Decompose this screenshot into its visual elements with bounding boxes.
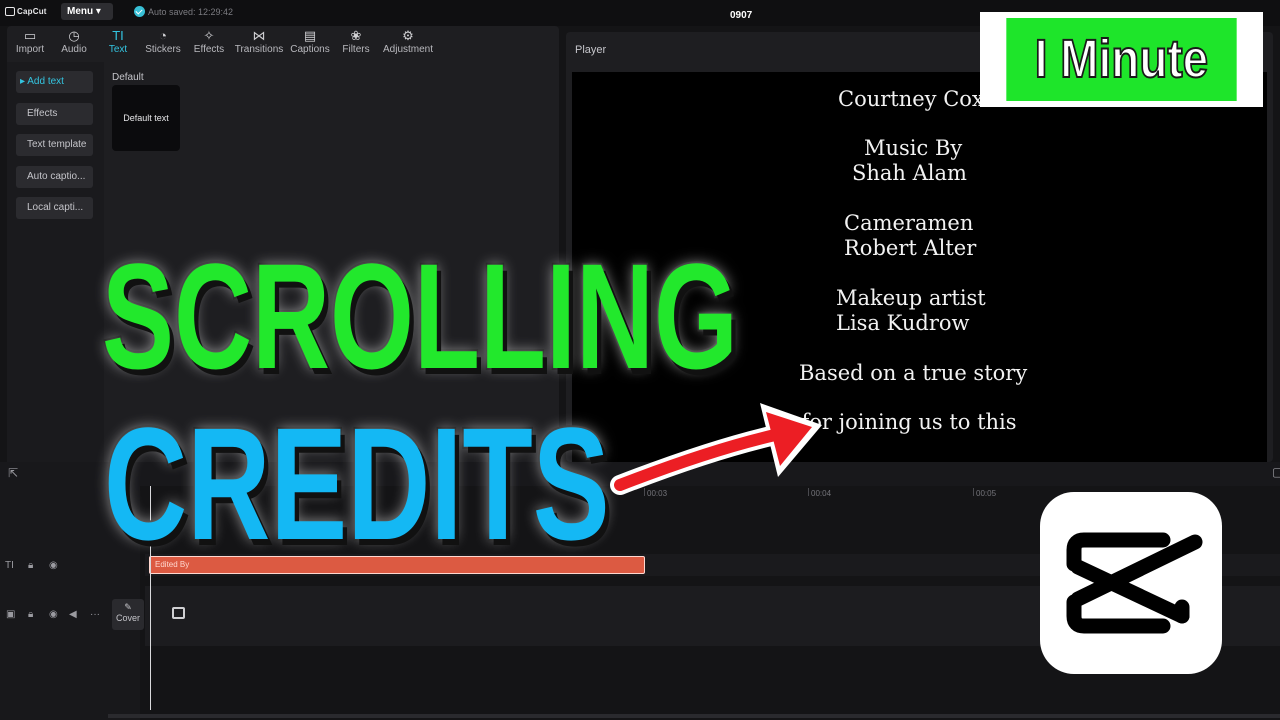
import-icon: ▭ [23, 28, 37, 43]
tab-text[interactable]: TI Text [103, 28, 133, 55]
sticker-icon: ◔ [159, 28, 167, 43]
preview-axis-icon[interactable]: ▢ [1272, 465, 1280, 479]
duration-badge: I Minute [980, 12, 1263, 107]
ruler-mark [973, 488, 974, 496]
pencil-icon: ✎ [124, 602, 132, 612]
adjustment-icon: ⚙ [402, 28, 414, 43]
text-track-icon: TI [5, 560, 14, 571]
tab-label: Import [15, 44, 45, 55]
sidebar-item-local-captions[interactable]: Local capti... [16, 197, 93, 219]
tab-filters[interactable]: ❀ Filters [340, 28, 372, 55]
menu-button[interactable]: Menu ▾ [61, 3, 113, 20]
tab-label: Stickers [145, 44, 181, 55]
app-name: CapCut [17, 7, 47, 16]
credit-line: Shah Alam [852, 161, 967, 185]
badge-text: I Minute [1006, 18, 1237, 101]
sidebar-item-auto-captions[interactable]: Auto captio... [16, 166, 93, 188]
tab-import[interactable]: ▭ Import [13, 28, 47, 55]
sidebar-item-text-template[interactable]: Text template [16, 134, 93, 156]
capcut-app-icon [1040, 492, 1222, 674]
autosave-check-icon [134, 6, 145, 17]
text-icon: TI [112, 28, 124, 43]
autosave-status: Auto saved: 12:29:42 [148, 7, 234, 17]
eye-icon[interactable]: ◉ [49, 609, 58, 620]
tab-audio[interactable]: ◷ Audio [57, 28, 91, 55]
effects-icon: ✧ [203, 28, 215, 43]
tab-captions[interactable]: ▤ Captions [289, 28, 331, 55]
capcut-logo-icon [1066, 532, 1203, 634]
more-icon[interactable]: ··· [90, 609, 100, 620]
player-title: Player [575, 44, 607, 56]
tab-transitions[interactable]: ⋈ Transitions [234, 28, 284, 55]
tab-label: Adjustment [382, 44, 434, 55]
volume-icon[interactable]: ◀ [69, 609, 77, 620]
credit-line: Robert Alter [844, 236, 977, 260]
tab-stickers[interactable]: ◔ Stickers [143, 28, 183, 55]
tab-label: Audio [61, 44, 87, 55]
cover-label: Cover [115, 613, 140, 623]
app-logo: CapCut [5, 7, 47, 16]
lock-icon[interactable]: 🔒︎ [28, 609, 33, 620]
chevron-down-icon: ▾ [95, 6, 101, 17]
credit-line: Cameramen [844, 211, 974, 235]
select-cursor-icon[interactable]: ⇱ [8, 466, 18, 480]
tab-label: Effects [193, 44, 225, 55]
credit-line: Makeup artist [836, 286, 986, 310]
tab-label: Transitions [234, 44, 284, 55]
menu-label: Menu [67, 6, 94, 17]
credit-line: Music By [864, 136, 963, 160]
video-track-icon: ▣ [6, 609, 16, 620]
tab-effects[interactable]: ✧ Effects [191, 28, 227, 55]
filters-icon: ❀ [350, 28, 362, 43]
film-reel-icon [172, 607, 185, 619]
tab-label: Captions [290, 44, 330, 55]
cover-button[interactable]: ✎ Cover [112, 599, 144, 630]
sidebar-item-effects[interactable]: Effects [16, 103, 93, 125]
audio-icon: ◷ [68, 28, 80, 43]
capcut-logo-icon [5, 7, 15, 16]
eye-icon[interactable]: ◉ [49, 560, 58, 571]
headline-credits: CREDITS [103, 392, 612, 575]
headline-scrolling: SCROLLING [101, 230, 740, 402]
sidebar-item-add-text[interactable]: ▸ Add text [16, 71, 93, 93]
credit-line: Based on a true story [799, 361, 1028, 385]
lock-icon[interactable]: 🔒︎ [28, 560, 33, 571]
category-tabs: ▭ Import ◷ Audio TI Text ◔ Stickers ✧ Effects… [7, 26, 559, 62]
ruler-tick: 00:05 [976, 489, 997, 498]
tab-label: Text [108, 44, 128, 55]
tab-adjustment[interactable]: ⚙ Adjustment [381, 28, 435, 55]
arrow-icon [610, 403, 822, 495]
transitions-icon: ⋈ [252, 28, 266, 43]
credit-line: Lisa Kudrow [836, 311, 970, 335]
captions-icon: ▤ [303, 28, 317, 43]
project-name[interactable]: 0907 [730, 10, 752, 21]
timeline-scrollbar[interactable] [108, 714, 1280, 718]
default-text-card[interactable]: Default text [112, 85, 180, 151]
text-subnav: ▸ Add text Effects Text template Auto ca… [7, 62, 104, 462]
tab-label: Filters [342, 44, 370, 55]
section-heading-default: Default [112, 72, 144, 83]
